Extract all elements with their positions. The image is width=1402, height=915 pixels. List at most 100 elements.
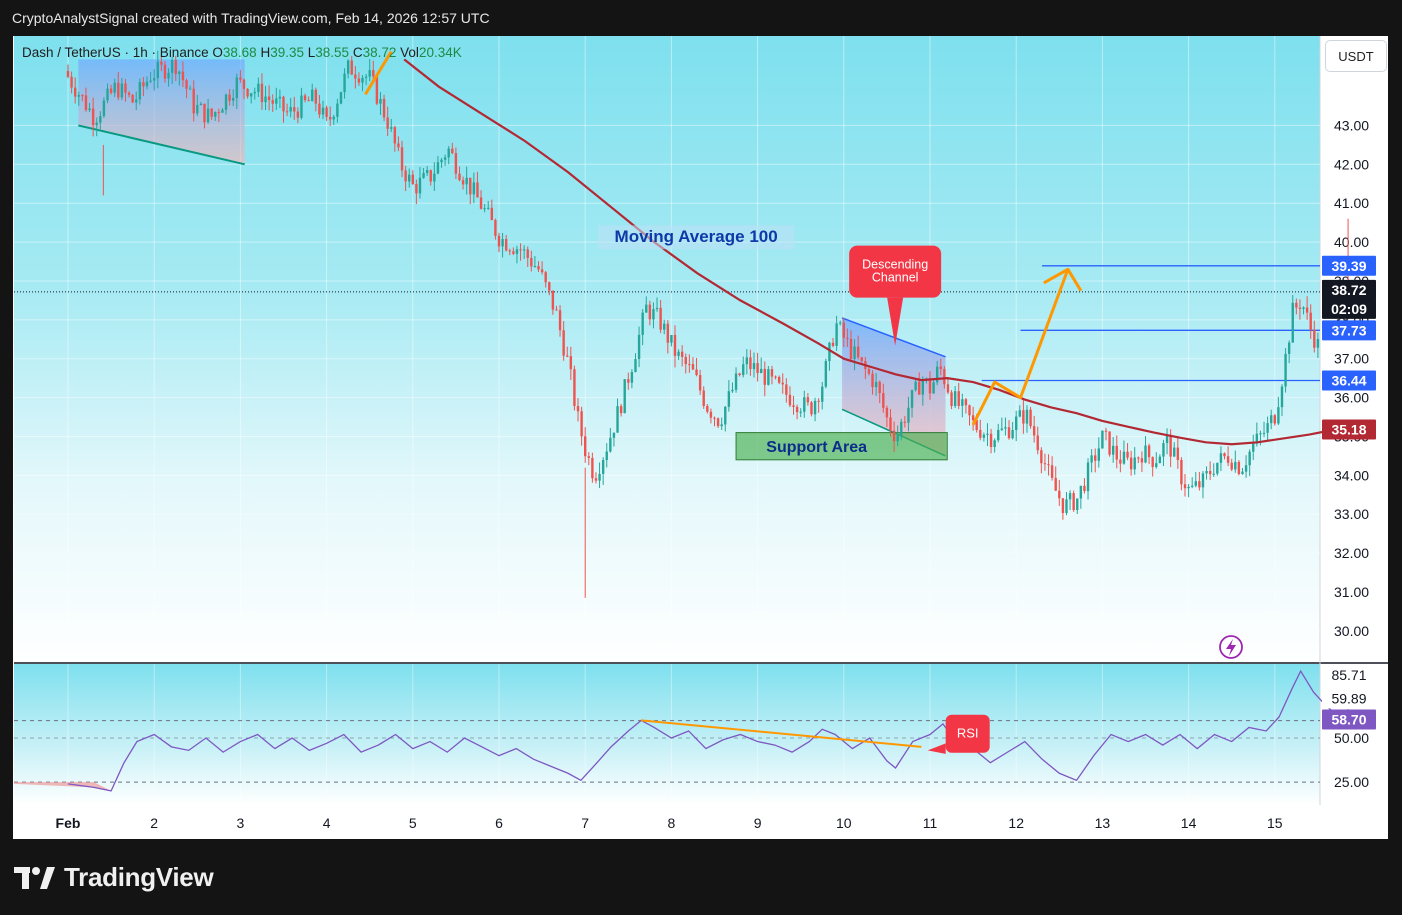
candle-body — [501, 239, 504, 247]
candle-body — [713, 417, 716, 419]
candle-body — [785, 384, 788, 395]
candle-body — [677, 351, 680, 356]
y-tick-label: 40.00 — [1334, 234, 1369, 250]
candle-body — [1305, 307, 1309, 313]
high-label: H — [260, 45, 271, 60]
candle-body — [224, 94, 228, 110]
price-badge-label: 35.18 — [1331, 421, 1366, 437]
channel-callout-text-1: Descending — [862, 258, 928, 272]
candle-body — [1047, 464, 1050, 466]
candle-body — [964, 399, 968, 406]
price-badge-label: 39.39 — [1331, 258, 1366, 274]
candle-body — [979, 429, 982, 438]
candle-body — [465, 177, 468, 185]
candle-body — [828, 342, 831, 362]
candle-body — [221, 109, 224, 113]
candle-body — [874, 381, 878, 388]
candle-body — [1187, 486, 1190, 489]
candle-body — [950, 392, 953, 407]
y-tick-label: 34.00 — [1334, 467, 1369, 483]
candle-body — [892, 430, 896, 442]
candle-body — [544, 272, 547, 283]
candle-body — [1015, 416, 1018, 430]
high-value: 39.35 — [270, 45, 304, 60]
candle-body — [1302, 307, 1305, 309]
candle-body — [472, 182, 476, 195]
candle-body — [612, 432, 616, 438]
candle-body — [853, 346, 856, 359]
candle-body — [210, 108, 213, 117]
candle-body — [767, 369, 770, 385]
candle-body — [1169, 434, 1172, 457]
open-label: O — [212, 45, 223, 60]
candle-body — [346, 60, 350, 74]
candle-body — [1022, 410, 1025, 424]
candle-body — [1101, 430, 1104, 449]
candle-body — [199, 103, 203, 105]
low-value: 38.55 — [315, 45, 350, 60]
candle-body — [928, 378, 932, 394]
candle-body — [1226, 456, 1230, 463]
tradingview-logo-icon — [14, 866, 55, 889]
candle-body — [573, 369, 576, 406]
candle-body — [968, 405, 971, 416]
candle-body — [1072, 493, 1075, 511]
candle-body — [1241, 471, 1244, 475]
candle-body — [487, 207, 490, 209]
candle-body — [788, 394, 792, 406]
candle-body — [311, 89, 314, 102]
candle-body — [986, 433, 989, 435]
candle-body — [138, 82, 142, 100]
candle-body — [641, 312, 644, 335]
candle-body — [1115, 445, 1118, 460]
candle-body — [321, 107, 325, 115]
candle-body — [303, 95, 307, 101]
candle-body — [1237, 461, 1241, 475]
candle-body — [167, 72, 170, 79]
candle-body — [759, 368, 763, 374]
candle-body — [185, 80, 188, 89]
brand-name: TradingView — [64, 862, 214, 892]
candle-body — [576, 405, 580, 412]
price-chart[interactable]: 30.0031.0032.0033.0034.0035.0036.0037.00… — [0, 0, 1402, 915]
candle-body — [318, 103, 321, 115]
x-tick-label: 6 — [495, 815, 503, 831]
candle-body — [1144, 445, 1147, 463]
candle-body — [691, 364, 695, 370]
candle-body — [1270, 415, 1273, 424]
candle-body — [1252, 443, 1255, 452]
tradingview-brand[interactable]: TradingView — [14, 862, 214, 893]
candle-body — [408, 174, 411, 182]
candle-body — [264, 96, 267, 103]
candle-body — [533, 266, 537, 268]
y-tick-label: 30.00 — [1334, 623, 1369, 639]
candle-body — [70, 76, 73, 88]
candle-body — [1083, 485, 1086, 492]
candle-body — [982, 434, 986, 438]
candle-body — [1173, 447, 1176, 457]
candle-body — [698, 375, 702, 391]
candle-body — [900, 421, 903, 436]
support-area-label: Support Area — [766, 439, 867, 456]
y-tick-label: 41.00 — [1334, 195, 1369, 211]
candle-body — [418, 177, 422, 194]
candle-body — [953, 391, 957, 407]
candle-body — [192, 88, 195, 114]
candle-body — [742, 364, 745, 376]
y-tick-label: 42.00 — [1334, 156, 1369, 172]
candle-body — [1176, 447, 1180, 460]
candle-body — [752, 363, 756, 370]
currency-button[interactable]: USDT — [1325, 40, 1387, 72]
candle-body — [889, 417, 892, 431]
candle-body — [939, 366, 942, 370]
candle-body — [400, 147, 404, 171]
candle-body — [688, 364, 691, 366]
candle-body — [839, 322, 842, 324]
candle-body — [1151, 457, 1154, 467]
candle-body — [278, 96, 282, 99]
candle-body — [494, 220, 497, 236]
candle-body — [1140, 458, 1144, 463]
candle-body — [113, 82, 116, 93]
candle-body — [627, 379, 630, 383]
lightning-icon[interactable] — [1219, 635, 1243, 659]
